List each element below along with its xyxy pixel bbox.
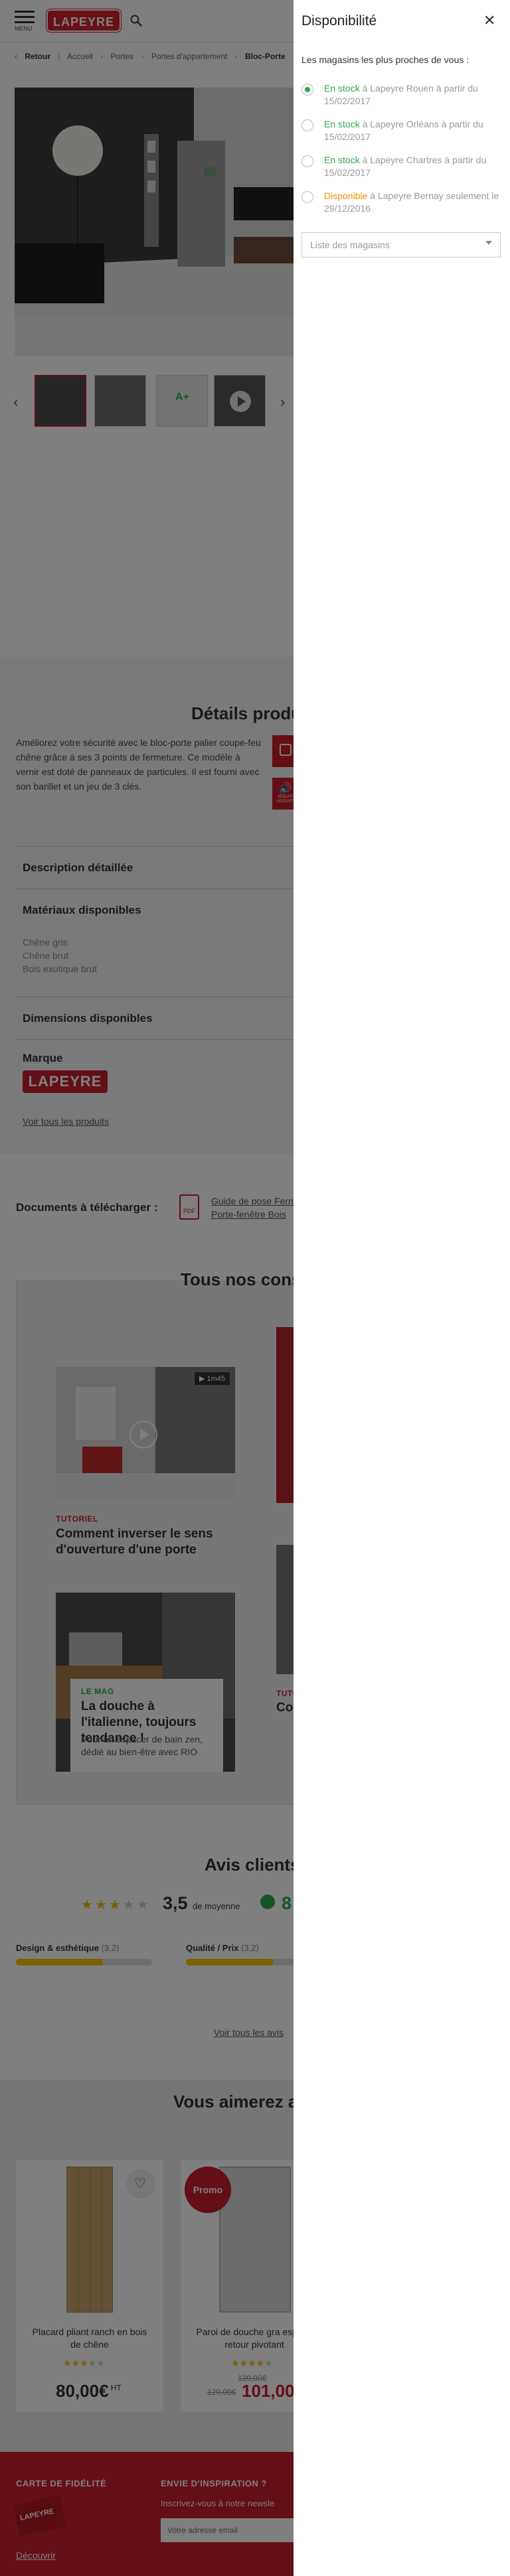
drawer-title: Disponibilité bbox=[301, 13, 377, 29]
chevron-down-icon bbox=[485, 241, 492, 245]
drawer-intro: Les magasins les plus proches de vous : bbox=[301, 54, 469, 65]
close-icon[interactable]: ✕ bbox=[483, 12, 495, 29]
store-option[interactable]: En stock à Lapeyre Orléans à partir du 1… bbox=[301, 118, 501, 147]
availability-drawer: Disponibilité ✕ Les magasins les plus pr… bbox=[294, 0, 510, 2576]
store-option[interactable]: En stock à Lapeyre Rouen à partir du 15/… bbox=[301, 82, 501, 111]
radio-unselected[interactable] bbox=[301, 191, 313, 203]
radio-unselected[interactable] bbox=[301, 155, 313, 167]
store-list-select[interactable]: Liste des magasins bbox=[301, 232, 501, 257]
store-option[interactable]: Disponible à Lapeyre Bernay seulement le… bbox=[301, 190, 501, 219]
store-option[interactable]: En stock à Lapeyre Chartres à partir du … bbox=[301, 154, 501, 183]
radio-unselected[interactable] bbox=[301, 119, 313, 131]
radio-selected[interactable] bbox=[301, 84, 313, 96]
product-page: MENU LAPEYRE ‹ Retour | Accueil › Portes… bbox=[0, 0, 510, 2576]
